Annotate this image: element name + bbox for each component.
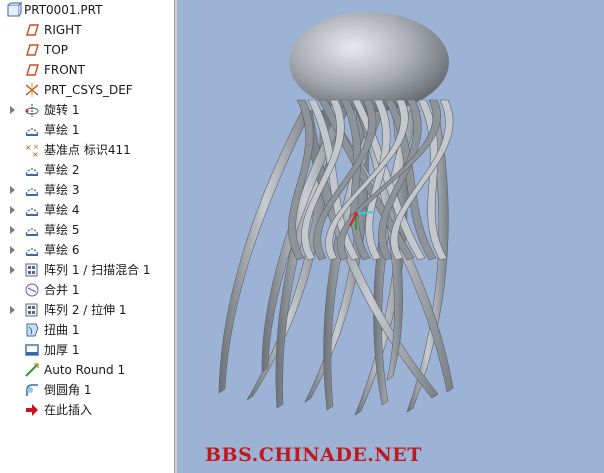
sketch-icon xyxy=(24,222,40,238)
sketch-icon xyxy=(24,182,40,198)
tree-item[interactable]: 加厚 1 xyxy=(0,340,174,360)
tree-item[interactable]: RIGHT xyxy=(0,20,174,40)
tree-root-part[interactable]: PRT0001.PRT xyxy=(0,0,174,20)
tree-item[interactable]: FRONT xyxy=(0,60,174,80)
insert-here-icon xyxy=(24,402,40,418)
svg-text:×: × xyxy=(33,143,39,151)
tree-item[interactable]: 在此插入 xyxy=(0,400,174,420)
tree-item[interactable]: 扭曲 1 xyxy=(0,320,174,340)
tree-item-label: 旋转 1 xyxy=(44,103,80,117)
tree-item-label: 合并 1 xyxy=(44,283,80,297)
svg-text:×: × xyxy=(25,143,32,152)
datum-plane-icon xyxy=(24,42,40,58)
round-icon xyxy=(24,382,40,398)
watermark-text: BBS.CHINADE.NET xyxy=(205,444,422,466)
expand-arrow-icon[interactable] xyxy=(10,226,15,234)
tree-item[interactable]: 阵列 2 / 拉伸 1 xyxy=(0,300,174,320)
sketch-icon xyxy=(24,202,40,218)
tree-item[interactable]: 草绘 1 xyxy=(0,120,174,140)
tree-item-label: 阵列 2 / 拉伸 1 xyxy=(44,303,127,317)
tree-item-label: PRT_CSYS_DEF xyxy=(44,83,133,97)
tree-item[interactable]: 倒圆角 1 xyxy=(0,380,174,400)
tree-item-label: 在此插入 xyxy=(44,403,93,417)
graphics-viewport[interactable]: BBS.CHINADE.NET xyxy=(177,0,604,473)
tree-item[interactable]: TOP xyxy=(0,40,174,60)
tree-item[interactable]: 草绘 4 xyxy=(0,200,174,220)
pattern-icon xyxy=(24,262,40,278)
tree-item[interactable]: 阵列 1 / 扫描混合 1 xyxy=(0,260,174,280)
tree-item-label: 加厚 1 xyxy=(44,343,80,357)
tree-item[interactable]: 合并 1 xyxy=(0,280,174,300)
expand-arrow-icon[interactable] xyxy=(10,266,15,274)
tree-item-label: RIGHT xyxy=(44,23,82,37)
tree-item[interactable]: 草绘 3 xyxy=(0,180,174,200)
expand-arrow-icon[interactable] xyxy=(10,246,15,254)
tree-item-label: TOP xyxy=(44,43,69,57)
datum-plane-icon xyxy=(24,62,40,78)
tree-item[interactable]: × × × 基准点 标识411 xyxy=(0,140,174,160)
datum-point-icon: × × × xyxy=(24,142,40,159)
tree-item-label: 草绘 1 xyxy=(44,123,80,137)
tree-root-label: PRT0001.PRT xyxy=(24,3,103,17)
thicken-icon xyxy=(24,342,40,358)
warp-icon xyxy=(24,322,40,338)
tree-item-label: 草绘 4 xyxy=(44,203,80,217)
tree-item-label: 阵列 1 / 扫描混合 1 xyxy=(44,263,151,277)
datum-plane-icon xyxy=(24,22,40,38)
tree-item[interactable]: PRT_CSYS_DEF xyxy=(0,80,174,100)
merge-icon xyxy=(24,282,40,298)
auto-round-icon xyxy=(24,362,40,378)
tree-item-label: 草绘 5 xyxy=(44,223,80,237)
dome-shell xyxy=(289,12,449,112)
tree-item-label: 扭曲 1 xyxy=(44,323,80,337)
svg-text:×: × xyxy=(32,150,39,158)
csys-icon xyxy=(24,82,40,98)
model-tree: PRT0001.PRT RIGHT TOP FRONT PRT_CSYS_DEF 旋转 … xyxy=(0,0,174,473)
expand-arrow-icon[interactable] xyxy=(10,186,15,194)
pattern-icon xyxy=(24,302,40,318)
tree-item[interactable]: 草绘 6 xyxy=(0,240,174,260)
tree-item[interactable]: Auto Round 1 xyxy=(0,360,174,380)
sketch-icon xyxy=(24,162,40,178)
tree-item-label: 草绘 3 xyxy=(44,183,80,197)
tree-item[interactable]: 草绘 2 xyxy=(0,160,174,180)
part-icon xyxy=(6,1,23,18)
tree-item-label: Auto Round 1 xyxy=(44,363,126,377)
revolve-icon xyxy=(24,102,40,118)
tree-item-label: 基准点 标识411 xyxy=(44,143,131,157)
tree-item[interactable]: 草绘 5 xyxy=(0,220,174,240)
expand-arrow-icon[interactable] xyxy=(10,106,15,114)
tree-item-label: 倒圆角 1 xyxy=(44,383,92,397)
tree-item-label: FRONT xyxy=(44,63,85,77)
expand-arrow-icon[interactable] xyxy=(10,306,15,314)
tree-item-label: 草绘 2 xyxy=(44,163,80,177)
sketch-icon xyxy=(24,242,40,258)
tree-item-label: 草绘 6 xyxy=(44,243,80,257)
sketch-icon xyxy=(24,122,40,138)
expand-arrow-icon[interactable] xyxy=(10,206,15,214)
tree-item[interactable]: 旋转 1 xyxy=(0,100,174,120)
jellyfish-model xyxy=(218,12,454,416)
